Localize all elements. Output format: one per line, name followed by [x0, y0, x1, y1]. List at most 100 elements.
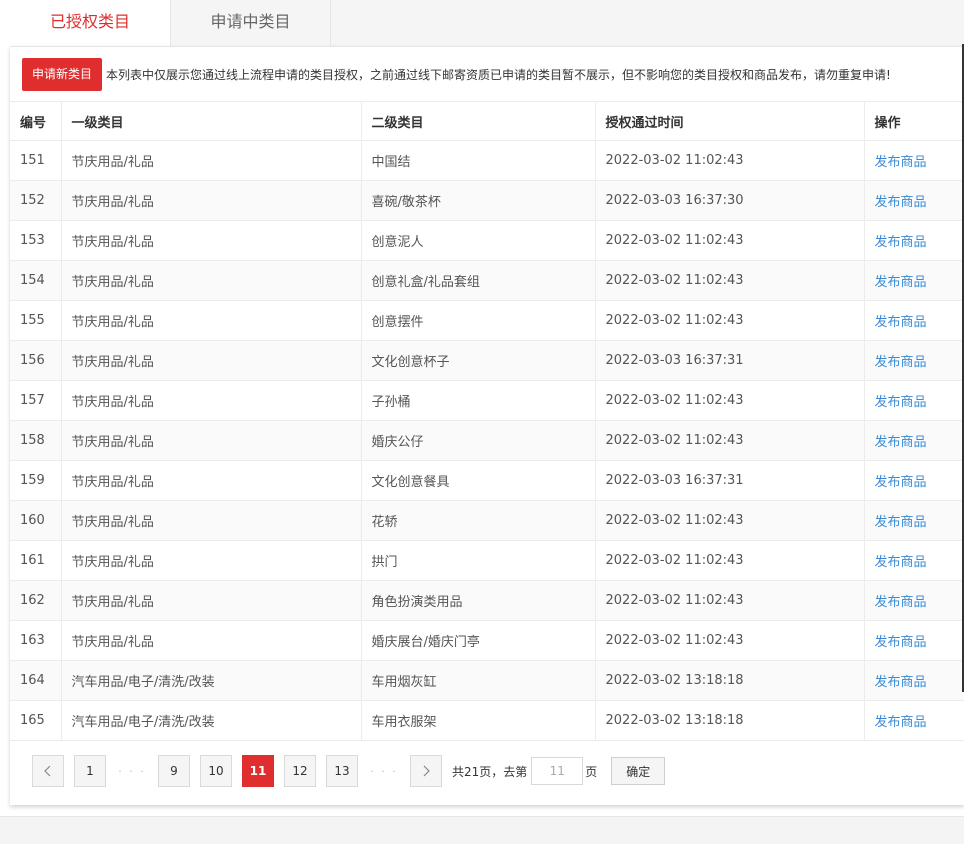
header-id: 编号: [10, 101, 62, 141]
cell-level1-category: 节庆用品/礼品: [61, 620, 362, 661]
header-level1-category: 一级类目: [61, 101, 362, 141]
publish-product-link[interactable]: 发布商品: [875, 355, 927, 370]
cell-action: 发布商品: [864, 180, 964, 221]
page-button-13[interactable]: 13: [326, 755, 358, 787]
table-row: 161 节庆用品/礼品 拱门 2022-03-02 11:02:43 发布商品: [10, 540, 964, 581]
page-button-10[interactable]: 10: [200, 755, 232, 787]
cell-action: 发布商品: [864, 420, 964, 461]
cell-level2-category: 拱门: [361, 540, 596, 581]
cell-approved-time: 2022-03-02 11:02:43: [595, 420, 865, 461]
cell-action: 发布商品: [864, 580, 964, 621]
cell-approved-time: 2022-03-02 11:02:43: [595, 580, 865, 621]
category-tabs: 已授权类目 申请中类目: [10, 0, 964, 46]
cell-action: 发布商品: [864, 300, 964, 341]
cell-approved-time: 2022-03-02 13:18:18: [595, 660, 865, 701]
apply-new-category-button[interactable]: 申请新类目: [22, 58, 103, 91]
publish-product-link[interactable]: 发布商品: [875, 715, 927, 730]
publish-product-link[interactable]: 发布商品: [875, 515, 927, 530]
pagination-ellipsis: · · ·: [118, 764, 146, 778]
table-row: 163 节庆用品/礼品 婚庆展台/婚庆门亭 2022-03-02 11:02:43 发布…: [10, 620, 964, 661]
cell-level2-category: 文化创意杯子: [361, 340, 596, 381]
cell-level1-category: 节庆用品/礼品: [61, 140, 362, 181]
notice-bar: 申请新类目 本列表中仅展示您通过线上流程申请的类目授权，之前通过线下邮寄资质已申…: [22, 58, 891, 91]
table-row: 151 节庆用品/礼品 中国结 2022-03-02 11:02:43 发布商品: [10, 140, 964, 181]
cell-approved-time: 2022-03-02 11:02:43: [595, 220, 865, 261]
cell-action: 发布商品: [864, 260, 964, 301]
publish-product-link[interactable]: 发布商品: [875, 195, 927, 210]
publish-product-link[interactable]: 发布商品: [875, 635, 927, 650]
cell-level1-category: 节庆用品/礼品: [61, 500, 362, 541]
table-row: 165 汽车用品/电子/清洗/改装 车用衣服架 2022-03-02 13:18:18…: [10, 700, 964, 741]
publish-product-link[interactable]: 发布商品: [875, 675, 927, 690]
chevron-right-icon: [423, 765, 430, 777]
cell-action: 发布商品: [864, 340, 964, 381]
cell-level2-category: 创意礼盒/礼品套组: [361, 260, 596, 301]
pagination-ellipsis: · · ·: [370, 764, 398, 778]
publish-product-link[interactable]: 发布商品: [875, 235, 927, 250]
cell-approved-time: 2022-03-02 11:02:43: [595, 540, 865, 581]
tab-authorized-categories[interactable]: 已授权类目: [10, 0, 170, 46]
publish-product-link[interactable]: 发布商品: [875, 275, 927, 290]
cell-level1-category: 汽车用品/电子/清洗/改装: [61, 700, 362, 741]
cell-id: 161: [10, 540, 62, 581]
cell-level2-category: 子孙桶: [361, 380, 596, 421]
cell-id: 151: [10, 140, 62, 181]
page-button-12[interactable]: 12: [284, 755, 316, 787]
header-approved-time: 授权通过时间: [595, 101, 865, 141]
cell-level2-category: 婚庆展台/婚庆门亭: [361, 620, 596, 661]
cell-approved-time: 2022-03-03 16:37:31: [595, 340, 865, 381]
cell-id: 159: [10, 460, 62, 501]
publish-product-link[interactable]: 发布商品: [875, 595, 927, 610]
footer-bar: [0, 816, 964, 844]
cell-id: 158: [10, 420, 62, 461]
page-button-first[interactable]: 1: [74, 755, 106, 787]
cell-approved-time: 2022-03-02 11:02:43: [595, 380, 865, 421]
table-row: 159 节庆用品/礼品 文化创意餐具 2022-03-03 16:37:31 发布商品: [10, 460, 964, 501]
table-row: 158 节庆用品/礼品 婚庆公仔 2022-03-02 11:02:43 发布商品: [10, 420, 964, 461]
tab-bar-filler: [331, 0, 964, 46]
table-row: 153 节庆用品/礼品 创意泥人 2022-03-02 11:02:43 发布商品: [10, 220, 964, 261]
cell-level2-category: 车用衣服架: [361, 700, 596, 741]
publish-product-link[interactable]: 发布商品: [875, 395, 927, 410]
cell-level1-category: 节庆用品/礼品: [61, 460, 362, 501]
tab-pending-categories[interactable]: 申请中类目: [170, 0, 331, 46]
page-button-9[interactable]: 9: [158, 755, 190, 787]
next-page-button[interactable]: [410, 755, 442, 787]
cell-level1-category: 汽车用品/电子/清洗/改装: [61, 660, 362, 701]
cell-id: 163: [10, 620, 62, 661]
cell-id: 155: [10, 300, 62, 341]
table-row: 162 节庆用品/礼品 角色扮演类用品 2022-03-02 11:02:43 发布商品: [10, 580, 964, 621]
cell-id: 153: [10, 220, 62, 261]
cell-level2-category: 文化创意餐具: [361, 460, 596, 501]
goto-confirm-button[interactable]: 确定: [611, 757, 666, 785]
prev-page-button[interactable]: [32, 755, 64, 787]
page-button-current[interactable]: 11: [242, 755, 274, 787]
publish-product-link[interactable]: 发布商品: [875, 155, 927, 170]
cell-action: 发布商品: [864, 380, 964, 421]
publish-product-link[interactable]: 发布商品: [875, 435, 927, 450]
cell-action: 发布商品: [864, 660, 964, 701]
publish-product-link[interactable]: 发布商品: [875, 475, 927, 490]
table-row: 155 节庆用品/礼品 创意摆件 2022-03-02 11:02:43 发布商品: [10, 300, 964, 341]
table-row: 164 汽车用品/电子/清洗/改装 车用烟灰缸 2022-03-02 13:18:18…: [10, 660, 964, 701]
header-level2-category: 二级类目: [361, 101, 596, 141]
cell-level2-category: 喜碗/敬茶杯: [361, 180, 596, 221]
cell-level1-category: 节庆用品/礼品: [61, 580, 362, 621]
publish-product-link[interactable]: 发布商品: [875, 315, 927, 330]
cell-id: 165: [10, 700, 62, 741]
cell-action: 发布商品: [864, 620, 964, 661]
cell-level1-category: 节庆用品/礼品: [61, 220, 362, 261]
cell-level2-category: 花轿: [361, 500, 596, 541]
cell-id: 154: [10, 260, 62, 301]
goto-page-input[interactable]: [531, 757, 584, 785]
cell-id: 156: [10, 340, 62, 381]
cell-level2-category: 角色扮演类用品: [361, 580, 596, 621]
publish-product-link[interactable]: 发布商品: [875, 555, 927, 570]
table-body: 151 节庆用品/礼品 中国结 2022-03-02 11:02:43 发布商品 152 节…: [10, 140, 964, 741]
total-pages-text: 共21页，去第: [452, 764, 528, 779]
cell-approved-time: 2022-03-02 11:02:43: [595, 500, 865, 541]
table-row: 156 节庆用品/礼品 文化创意杯子 2022-03-03 16:37:31 发布商品: [10, 340, 964, 381]
cell-level1-category: 节庆用品/礼品: [61, 420, 362, 461]
cell-approved-time: 2022-03-03 16:37:30: [595, 180, 865, 221]
cell-action: 发布商品: [864, 220, 964, 261]
